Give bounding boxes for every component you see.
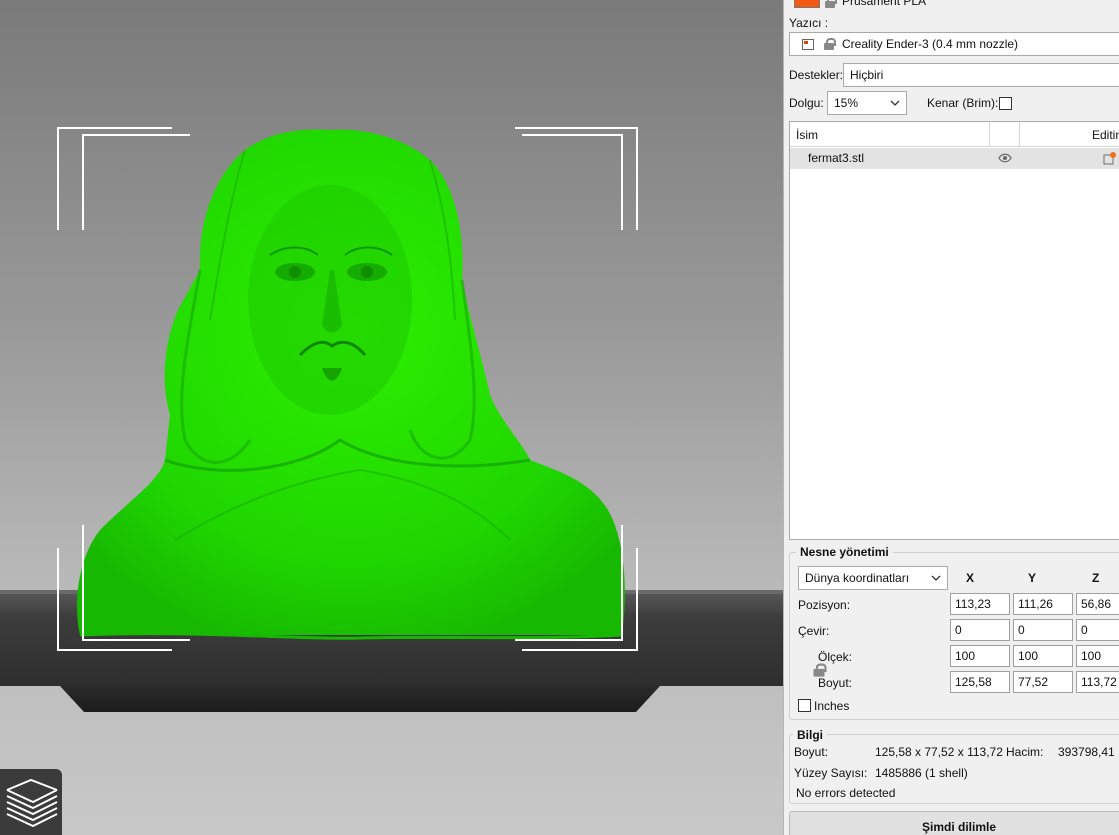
coordinate-system-select[interactable]: Dünya koordinatları xyxy=(798,566,948,590)
inches-label: Inches xyxy=(814,699,850,713)
slice-now-button[interactable]: Şimdi dilimle xyxy=(789,811,1119,835)
rotation-z-field[interactable]: 0 xyxy=(1076,619,1119,641)
scale-y-field[interactable]: 100 xyxy=(1013,645,1073,667)
object-list[interactable]: İsim Editin fermat3.stl xyxy=(789,121,1119,540)
info-facets-value: 1485886 (1 shell) xyxy=(875,766,968,780)
size-x-field[interactable]: 125,58 xyxy=(950,671,1010,693)
inches-checkbox[interactable] xyxy=(798,699,811,712)
axis-z-header: Z xyxy=(1092,571,1100,585)
eye-icon[interactable] xyxy=(998,152,1012,167)
layers-icon xyxy=(6,778,58,828)
rotation-x-field[interactable]: 0 xyxy=(950,619,1010,641)
edit-settings-icon[interactable] xyxy=(1103,151,1117,168)
info-title: Bilgi xyxy=(793,728,827,742)
position-x-field[interactable]: 113,23 xyxy=(950,593,1010,615)
scale-x-field[interactable]: 100 xyxy=(950,645,1010,667)
layers-view-button[interactable] xyxy=(0,769,62,835)
brim-label: Kenar (Brim): xyxy=(927,96,999,110)
supports-value: Hiçbiri xyxy=(850,68,884,82)
position-y-field[interactable]: 111,26 xyxy=(1013,593,1073,615)
size-z-field[interactable]: 113,72 xyxy=(1076,671,1119,693)
object-name: fermat3.stl xyxy=(808,151,865,165)
info-size-label: Boyut: xyxy=(794,745,829,759)
infill-value: 15% xyxy=(834,96,859,110)
object-list-row[interactable]: fermat3.stl xyxy=(790,148,1119,169)
printer-select[interactable]: Creality Ender-3 (0.4 mm nozzle) xyxy=(789,32,1119,56)
infill-select[interactable]: 15% xyxy=(827,91,907,115)
infill-label: Dolgu: xyxy=(789,96,824,110)
rotation-y-field[interactable]: 0 xyxy=(1013,619,1073,641)
column-divider xyxy=(1019,122,1020,147)
info-volume-value: 393798,41 xyxy=(1058,745,1115,759)
printer-value: Creality Ender-3 (0.4 mm nozzle) xyxy=(842,37,1019,51)
position-z-field[interactable]: 56,86 xyxy=(1076,593,1119,615)
supports-label: Destekler: xyxy=(789,68,844,82)
axis-x-header: X xyxy=(966,571,975,585)
info-facets-label: Yüzey Sayısı: xyxy=(794,766,868,780)
position-label: Pozisyon: xyxy=(798,598,851,612)
column-divider xyxy=(989,122,990,147)
object-manipulation-title: Nesne yönetimi xyxy=(796,545,893,559)
printer-icon xyxy=(802,38,814,50)
model-bust-fermat[interactable] xyxy=(0,0,783,835)
axis-y-header: Y xyxy=(1028,571,1037,585)
info-errors-text: No errors detected xyxy=(796,786,896,800)
supports-select[interactable]: Hiçbiri xyxy=(843,63,1119,87)
chevron-down-icon xyxy=(931,572,941,586)
lock-icon xyxy=(824,38,836,50)
3d-viewport[interactable] xyxy=(0,0,783,835)
printer-label: Yazıcı : xyxy=(789,16,829,30)
column-editing-header[interactable]: Editin xyxy=(1092,128,1119,142)
settings-sidebar: Prusament PLA Yazıcı : Creality Ender-3 … xyxy=(783,0,1119,835)
column-name-header[interactable]: İsim xyxy=(796,128,818,142)
filament-name: Prusament PLA xyxy=(842,0,927,8)
info-size-value: 125,58 x 77,52 x 113,72 xyxy=(875,745,1003,759)
lock-icon xyxy=(825,0,837,8)
scale-z-field[interactable]: 100 xyxy=(1076,645,1119,667)
chevron-down-icon xyxy=(890,97,900,111)
brim-checkbox[interactable] xyxy=(999,97,1012,110)
filament-color-swatch[interactable] xyxy=(794,0,820,8)
coordinate-system-value: Dünya koordinatları xyxy=(805,571,910,585)
scale-lock-icon[interactable] xyxy=(813,663,828,677)
info-volume-label: Hacim: xyxy=(1006,745,1044,759)
rotation-label: Çevir: xyxy=(798,624,830,638)
size-label: Boyut: xyxy=(818,676,853,690)
size-y-field[interactable]: 77,52 xyxy=(1013,671,1073,693)
scale-label: Ölçek: xyxy=(818,650,853,664)
object-list-header: İsim Editin xyxy=(790,122,1119,147)
